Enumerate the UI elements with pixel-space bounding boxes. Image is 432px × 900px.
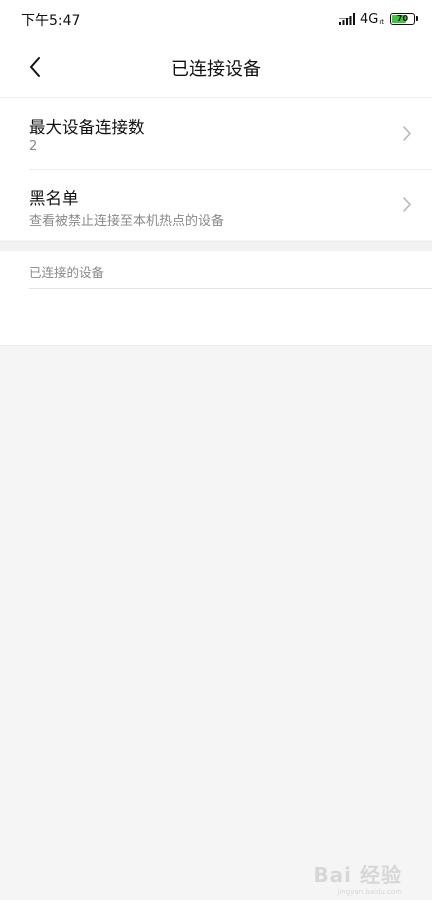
max-connections-value: 2: [29, 139, 38, 154]
section-divider: [29, 288, 432, 289]
status-indicators: 4G ıt 70: [338, 10, 418, 28]
chevron-right-icon: [403, 197, 411, 212]
baidu-watermark-url: jingyan.baidu.com: [337, 888, 402, 896]
header: 已连接设备: [0, 38, 432, 98]
page-title: 已连接设备: [171, 59, 261, 80]
status-time: 下午5:47: [21, 13, 81, 29]
blacklist-title: 黑名单: [29, 189, 79, 208]
connected-devices-label: 已连接的设备: [29, 265, 105, 280]
battery-cap: [416, 16, 418, 21]
chevron-right-icon: [403, 126, 411, 141]
battery-icon: 70: [390, 13, 418, 25]
battery-level: 70: [396, 14, 409, 23]
network-activity: ıt: [379, 17, 384, 26]
status-bar: 下午5:47 4G ıt 70: [0, 0, 432, 38]
max-connections-item[interactable]: 最大设备连接数 2: [0, 98, 432, 169]
network-type: 4G: [359, 11, 379, 27]
signal-strength-icon: [338, 13, 355, 25]
connected-devices-section: 已连接的设备: [0, 251, 432, 346]
blacklist-item[interactable]: 黑名单 查看被禁止连接至本机热点的设备: [0, 169, 432, 240]
blacklist-subtitle: 查看被禁止连接至本机热点的设备: [29, 214, 225, 229]
max-connections-title: 最大设备连接数: [29, 118, 145, 137]
baidu-watermark: Bai 经验: [313, 863, 402, 887]
screen: 下午5:47 4G ıt 70 已连接设备 最大设备连接数 2 黑名单 查看被禁…: [0, 0, 432, 900]
settings-list: 最大设备连接数 2 黑名单 查看被禁止连接至本机热点的设备: [0, 98, 432, 240]
